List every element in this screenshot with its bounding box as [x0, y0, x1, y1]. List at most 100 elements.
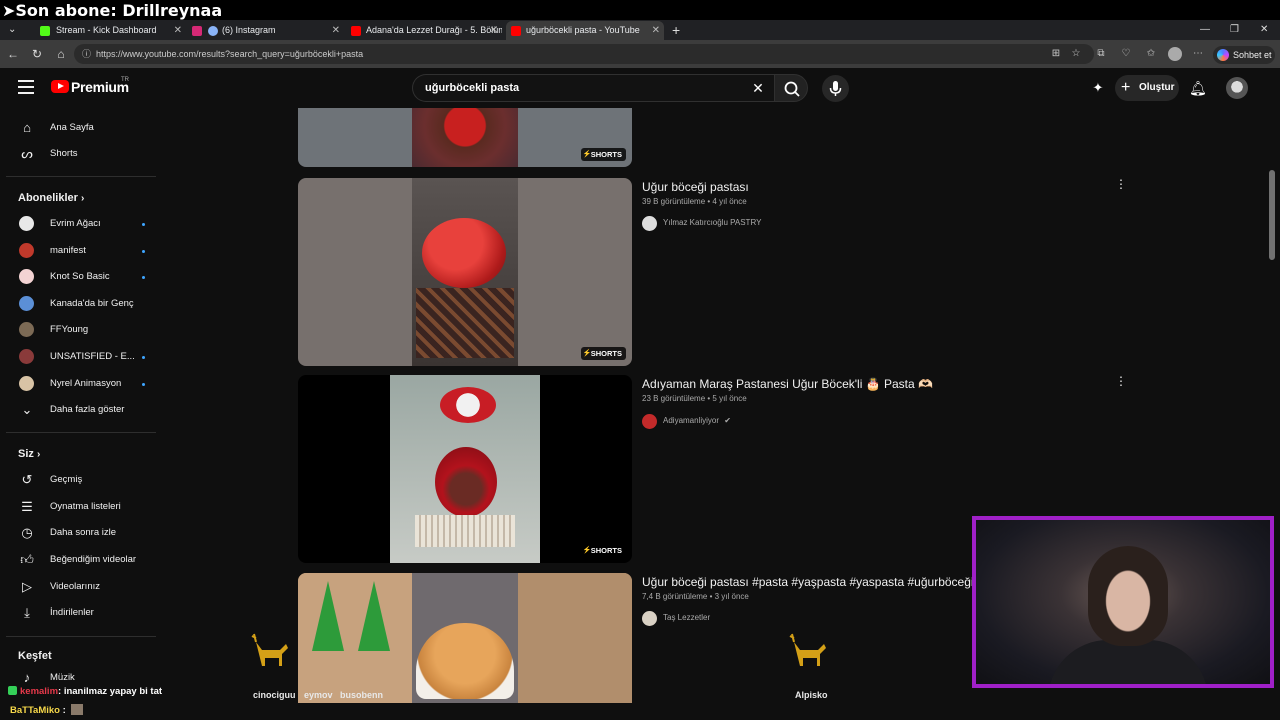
- scrollbar-thumb[interactable]: [1269, 170, 1275, 260]
- tab-list-chevron-icon[interactable]: ⌄: [8, 20, 16, 40]
- tab-adana-video[interactable]: Adana'da Lezzet Durağı - 5. Bölüm ✕: [346, 21, 502, 40]
- video-title[interactable]: Uğur böceği pastası: [642, 180, 749, 194]
- video-thumbnail[interactable]: [298, 573, 632, 703]
- thumbnail-right-panel: [518, 573, 632, 703]
- streamer-webcam: [972, 516, 1274, 688]
- channel-link[interactable]: Yılmaz Katırcıoğlu PASTRY: [642, 216, 761, 231]
- sidebar-item-label: Daha sonra izle: [50, 527, 117, 538]
- video-thumbnail[interactable]: SHORTS: [298, 108, 632, 167]
- close-tab-icon[interactable]: ✕: [332, 21, 340, 40]
- sidebar-item-shorts[interactable]: ᔕ Shorts: [10, 142, 150, 166]
- extensions-icon[interactable]: ⧉: [1095, 48, 1107, 60]
- reload-icon[interactable]: ↻: [28, 45, 46, 63]
- clear-search-icon[interactable]: ✕: [750, 79, 766, 97]
- favorites-icon[interactable]: ✩: [1145, 48, 1157, 60]
- notifications-bell-icon[interactable]: 🔔︎: [1189, 79, 1207, 97]
- address-bar[interactable]: ⓘ https://www.youtube.com/results?search…: [74, 44, 1094, 64]
- music-icon: ♪: [23, 670, 31, 685]
- chat-text: : inanilmaz yapay bi tat: [58, 686, 163, 697]
- sidebar-item-label: UNSATISFIED - E...: [50, 351, 135, 362]
- sidebar-item-home[interactable]: ⌂ Ana Sayfa: [10, 116, 150, 140]
- new-content-dot: [142, 250, 145, 253]
- sidebar-item-subscription[interactable]: manifest: [10, 239, 150, 263]
- profile-icon[interactable]: [1168, 47, 1182, 61]
- sidebar-item-playlists[interactable]: ☰ Oynatma listeleri: [10, 495, 150, 519]
- sidebar-item-label: Nyrel Animasyon: [50, 378, 122, 389]
- video-thumbnail[interactable]: SHORTS: [298, 375, 632, 563]
- minimize-icon[interactable]: —: [1200, 20, 1210, 40]
- sidebar-item-label: Knot So Basic: [50, 271, 110, 282]
- youtube-logo-icon[interactable]: [51, 80, 69, 93]
- search-icon: [784, 81, 800, 97]
- sidebar-item-label: Ana Sayfa: [50, 122, 94, 133]
- more-options-icon[interactable]: ⋯: [1192, 48, 1204, 60]
- alert-username: busobenn: [340, 690, 383, 700]
- sidebar-item-label: Daha fazla göster: [50, 404, 125, 415]
- sidebar-item-subscription[interactable]: UNSATISFIED - E...: [10, 345, 150, 369]
- tab-label: uğurböcekli pasta - YouTube: [526, 25, 640, 35]
- youtube-favicon-icon: [511, 26, 521, 36]
- sidebar: ⌂ Ana Sayfa ᔕ Shorts Abonelikler › Evrim…: [0, 108, 160, 720]
- back-icon[interactable]: ←: [4, 45, 22, 63]
- copilot-chat-button[interactable]: Sohbet et: [1213, 46, 1275, 64]
- channel-avatar: [19, 322, 34, 337]
- account-avatar[interactable]: [1226, 77, 1248, 99]
- close-tab-icon[interactable]: ✕: [490, 21, 498, 40]
- hamburger-menu-icon[interactable]: [18, 80, 34, 94]
- sidebar-item-subscription[interactable]: Evrim Ağacı: [10, 212, 150, 236]
- close-tab-icon[interactable]: ✕: [174, 21, 182, 40]
- search-input[interactable]: uğurböcekli pasta: [412, 74, 774, 102]
- more-actions-icon[interactable]: ⋮: [1115, 177, 1127, 191]
- video-title[interactable]: Uğur böceği pastası #pasta #yaşpasta #ya…: [642, 575, 972, 589]
- browser-essentials-icon[interactable]: ♡: [1120, 48, 1132, 60]
- sidebar-item-liked-videos[interactable]: 👍︎ Beğendiğim videolar: [10, 548, 150, 572]
- restore-icon[interactable]: ❐: [1230, 20, 1239, 40]
- video-thumbnail[interactable]: SHORTS: [298, 178, 632, 366]
- show-more-button[interactable]: ⌄ Daha fazla göster: [10, 398, 150, 422]
- alert-username: eymov: [304, 690, 333, 700]
- chevron-right-icon: ›: [36, 449, 41, 460]
- thumbnail-left-panel: [298, 573, 412, 703]
- voice-search-button[interactable]: [822, 75, 849, 102]
- app-available-icon[interactable]: ⊞: [1050, 48, 1062, 60]
- new-content-dot: [142, 383, 145, 386]
- search-button[interactable]: [774, 74, 808, 102]
- sidebar-item-subscription[interactable]: Knot So Basic: [10, 265, 150, 289]
- channel-link[interactable]: Adiyamanliyiyor ✔: [642, 414, 731, 429]
- new-tab-button[interactable]: +: [672, 20, 680, 40]
- sidebar-item-subscription[interactable]: Kanada'da bir Genç: [10, 292, 150, 316]
- chevron-down-icon: ⌄: [21, 402, 33, 417]
- chat-text: :: [59, 705, 66, 716]
- close-tab-icon[interactable]: ✕: [652, 21, 660, 40]
- sidebar-item-subscription[interactable]: Nyrel Animasyon: [10, 372, 150, 396]
- close-window-icon[interactable]: ✕: [1260, 20, 1268, 40]
- reindeer-icon: [789, 633, 826, 666]
- chat-emote-icon: [71, 704, 84, 715]
- sidebar-item-your-videos[interactable]: ▷ Videolarınız: [10, 575, 150, 599]
- channel-avatar: [19, 349, 34, 364]
- sidebar-item-subscription[interactable]: FFYoung: [10, 318, 150, 342]
- tab-instagram[interactable]: (6) Instagram ✕: [188, 21, 344, 40]
- tab-label: (6) Instagram: [222, 25, 276, 35]
- plus-icon: +: [1121, 79, 1131, 96]
- create-button[interactable]: + Oluştur: [1115, 75, 1179, 101]
- kick-favicon-icon: [40, 26, 50, 36]
- tab-label: Stream - Kick Dashboard: [56, 25, 157, 35]
- ai-sparkle-icon[interactable]: ✦: [1090, 80, 1106, 96]
- sidebar-item-label: Oynatma listeleri: [50, 501, 121, 512]
- favorite-star-icon[interactable]: ☆: [1070, 48, 1082, 60]
- video-title[interactable]: Adıyaman Maraş Pastanesi Uğur Böcek'li 🎂…: [642, 377, 933, 391]
- sidebar-item-watch-later[interactable]: ◷ Daha sonra izle: [10, 521, 150, 545]
- tab-youtube-search[interactable]: uğurböcekli pasta - YouTube ✕: [506, 21, 664, 40]
- tab-kick-dashboard[interactable]: Stream - Kick Dashboard ✕: [26, 21, 186, 40]
- channel-link[interactable]: Taş Lezzetler: [642, 611, 710, 626]
- more-actions-icon[interactable]: ⋮: [1115, 374, 1127, 388]
- video-meta: 23 B görüntüleme • 5 yıl önce: [642, 394, 747, 403]
- sidebar-item-downloads[interactable]: ⤓ İndirilenler: [10, 601, 150, 625]
- subscriptions-heading[interactable]: Abonelikler ›: [18, 192, 84, 204]
- site-info-icon[interactable]: ⓘ: [82, 44, 91, 64]
- you-heading[interactable]: Siz ›: [18, 448, 40, 460]
- sidebar-item-label: Müzik: [50, 672, 75, 683]
- sidebar-item-history[interactable]: ↺ Geçmiş: [10, 468, 150, 492]
- home-icon[interactable]: ⌂: [52, 45, 70, 63]
